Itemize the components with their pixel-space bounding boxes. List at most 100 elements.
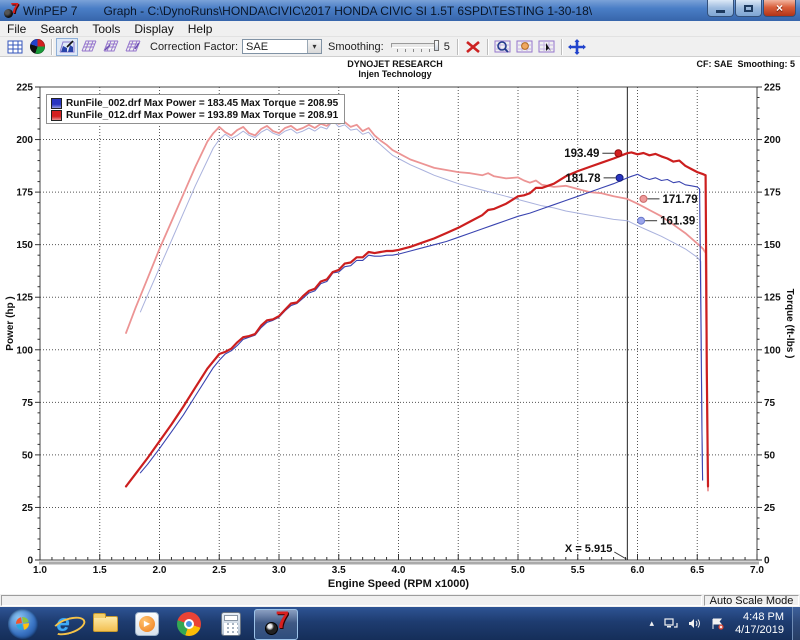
window-title: Graph - C:\DynoRuns\HONDA\CIVIC\2017 HON… (103, 4, 592, 18)
scale-mode-status: Auto Scale Mode (704, 595, 799, 606)
y-axis-title-left: Power (hp ) (5, 296, 16, 350)
data-table-button[interactable] (4, 38, 26, 56)
menu-tools[interactable]: Tools (85, 22, 127, 36)
show-desktop-button[interactable] (792, 607, 800, 640)
svg-text:5.5: 5.5 (571, 565, 585, 576)
dyno-chart-plot[interactable]: 0025255050757510010012512515015017517520… (0, 57, 800, 593)
svg-text:7.0: 7.0 (750, 565, 764, 576)
red-x-icon (465, 40, 481, 54)
title-bar: 7 WinPEP 7 Graph - C:\DynoRuns\HONDA\CIV… (0, 0, 800, 21)
graph-view-2-button[interactable] (78, 38, 100, 56)
toolbar: Correction Factor: SAE ▾ Smoothing: 5 (0, 37, 800, 57)
volume-icon[interactable] (688, 618, 701, 629)
zoom-graph-button[interactable] (492, 38, 514, 56)
select-graph-button[interactable] (536, 38, 558, 56)
smoothing-slider[interactable] (391, 40, 439, 54)
slider-track (391, 43, 439, 48)
screen: 7 WinPEP 7 Graph - C:\DynoRuns\HONDA\CIV… (0, 0, 800, 640)
correction-factor-label: Correction Factor: (150, 41, 238, 53)
svg-text:75: 75 (22, 398, 34, 409)
correction-factor-select[interactable]: SAE ▾ (242, 39, 322, 54)
taskbar-item-chrome[interactable] (168, 607, 210, 640)
legend-swatch-icon (51, 110, 62, 121)
svg-text:50: 50 (764, 450, 776, 461)
table-icon (7, 40, 23, 54)
smoothing-value: 5 (444, 41, 450, 53)
slider-thumb[interactable] (434, 40, 439, 51)
graph-view-3-button[interactable] (100, 38, 122, 56)
svg-text:6.0: 6.0 (631, 565, 645, 576)
svg-text:0: 0 (764, 556, 770, 567)
chrome-icon (177, 612, 201, 636)
system-tray: ▴ 4:48 PM 4/17/2019 (645, 607, 800, 640)
windows-logo-icon (15, 616, 30, 631)
maximize-button[interactable] (735, 0, 762, 17)
minimize-button[interactable] (707, 0, 734, 17)
menu-search[interactable]: Search (33, 22, 85, 36)
minimize-icon (716, 10, 725, 13)
legend-label: RunFile_012.drf Max Power = 193.89 Max T… (66, 110, 338, 121)
svg-text:150: 150 (16, 240, 33, 251)
close-button[interactable]: × (763, 0, 796, 17)
graph-3d-wire2-icon (102, 39, 120, 54)
gauge-button[interactable] (26, 38, 48, 56)
svg-text:100: 100 (764, 345, 781, 356)
axes-cursor-button[interactable] (566, 38, 588, 56)
svg-text:4.5: 4.5 (451, 565, 465, 576)
svg-text:6.5: 6.5 (690, 565, 704, 576)
svg-text:25: 25 (22, 503, 34, 514)
svg-text:75: 75 (764, 398, 776, 409)
start-button[interactable] (0, 607, 42, 640)
legend-label: RunFile_002.drf Max Power = 183.45 Max T… (66, 98, 338, 109)
calculator-icon (221, 612, 241, 636)
delete-run-button[interactable] (462, 38, 484, 56)
legend-row: RunFile_012.drf Max Power = 193.89 Max T… (51, 109, 338, 121)
graph-view-4-button[interactable] (122, 38, 144, 56)
y-axis-title-right: Torque (ft-lbs ) (784, 289, 795, 359)
pan-graph-button[interactable] (514, 38, 536, 56)
hand-graph-icon (516, 39, 534, 54)
network-icon[interactable] (664, 618, 678, 629)
taskbar: e ▶ 7 ▴ (0, 607, 800, 640)
clock-time: 4:48 PM (735, 611, 784, 624)
taskbar-item-media-player[interactable]: ▶ (126, 607, 168, 640)
smoothing-label: Smoothing: (328, 41, 384, 53)
svg-text:4.0: 4.0 (392, 565, 406, 576)
graph-view-1-button[interactable] (56, 38, 78, 56)
taskbar-clock[interactable]: 4:48 PM 4/17/2019 (735, 611, 784, 637)
svg-text:225: 225 (764, 83, 781, 94)
tray-expand-button[interactable]: ▴ (650, 618, 655, 629)
svg-text:225: 225 (16, 83, 33, 94)
taskbar-item-calculator[interactable] (210, 607, 252, 640)
status-bar: Auto Scale Mode (0, 593, 800, 607)
svg-text:2.5: 2.5 (212, 565, 226, 576)
x-axis-title: Engine Speed (RPM x1000) (328, 578, 470, 590)
menu-help[interactable]: Help (181, 22, 220, 36)
marker-value-label: 171.79 (662, 194, 697, 206)
taskbar-item-internet-explorer[interactable]: e (42, 607, 84, 640)
svg-text:125: 125 (16, 293, 33, 304)
svg-text:1.0: 1.0 (33, 565, 47, 576)
svg-text:5.0: 5.0 (511, 565, 525, 576)
menu-display[interactable]: Display (127, 22, 180, 36)
svg-text:175: 175 (764, 188, 781, 199)
graph-3d-wire-icon (80, 39, 98, 54)
close-icon: × (776, 1, 783, 15)
menu-bar: File Search Tools Display Help (0, 21, 800, 37)
winpep-app-icon: 7 (4, 4, 18, 18)
series-runfile_012-power (126, 152, 708, 486)
graph-3d-wire3-icon (124, 39, 142, 54)
action-center-flag-icon[interactable] (711, 618, 724, 630)
menu-file[interactable]: File (0, 22, 33, 36)
taskbar-item-winpep-active[interactable]: 7 (254, 609, 298, 640)
svg-text:2.0: 2.0 (153, 565, 167, 576)
graph-page: DYNOJET RESEARCH Injen Technology CF: SA… (0, 57, 800, 593)
taskbar-item-explorer[interactable] (84, 607, 126, 640)
folder-icon (93, 616, 118, 632)
legend-swatch-icon (51, 98, 62, 109)
svg-text:125: 125 (764, 293, 781, 304)
correction-factor-value: SAE (243, 41, 307, 53)
chevron-down-icon[interactable]: ▾ (307, 40, 321, 53)
status-message-panel (1, 595, 702, 606)
internet-explorer-icon: e (56, 612, 69, 636)
